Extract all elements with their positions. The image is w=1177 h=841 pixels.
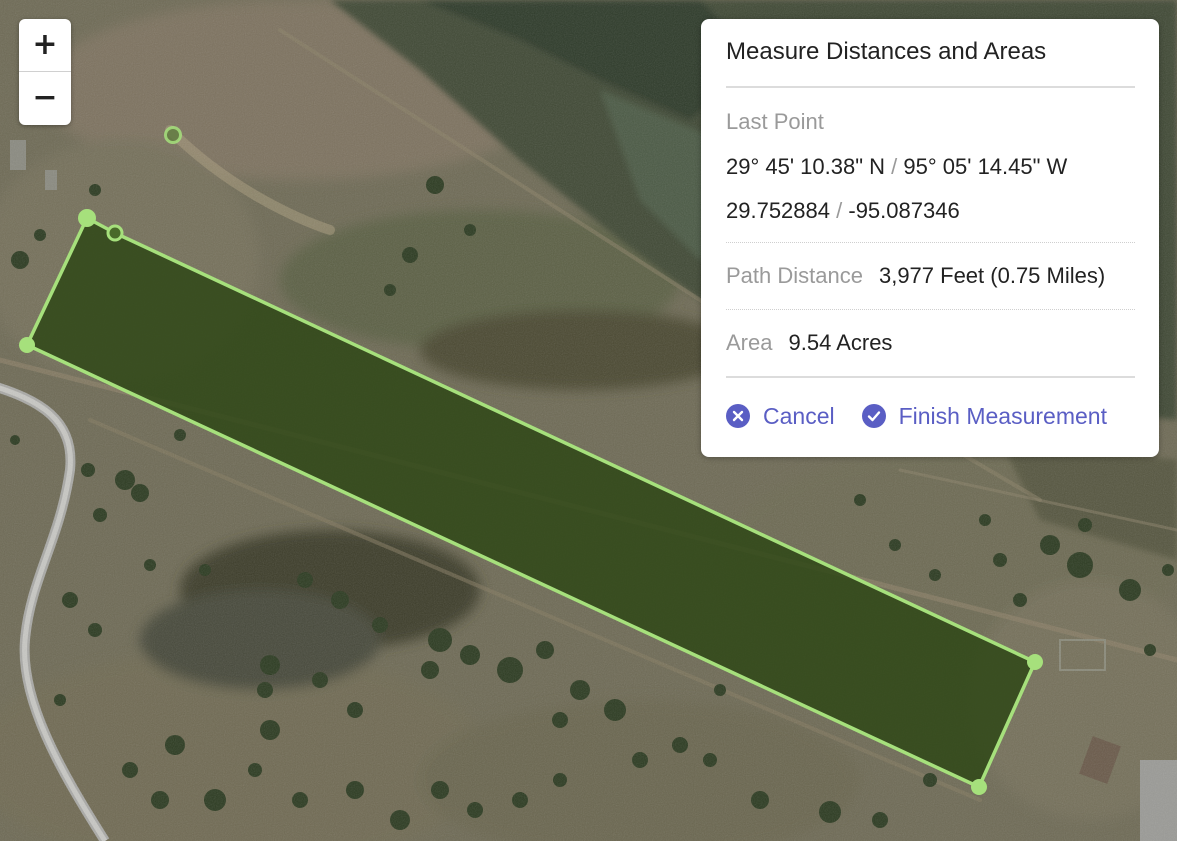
decimal-latitude: 29.752884 — [726, 198, 830, 223]
dms-latitude: 29° 45' 10.38" N — [726, 154, 886, 179]
area-value: 9.54 Acres — [788, 330, 893, 355]
panel-title: Measure Distances and Areas — [726, 19, 1135, 88]
x-circle-icon — [726, 404, 750, 428]
last-point-label: Last Point — [726, 109, 824, 134]
measure-vertex[interactable] — [78, 209, 96, 227]
measure-panel: Measure Distances and Areas Last Point 2… — [701, 19, 1159, 457]
zoom-in-button[interactable]: + — [19, 19, 71, 71]
coord-separator: / — [891, 154, 898, 179]
finish-label: Finish Measurement — [898, 402, 1107, 429]
area-label: Area — [726, 330, 773, 355]
finish-measurement-button[interactable]: Finish Measurement — [861, 402, 1107, 430]
coord-separator: / — [836, 198, 843, 223]
measure-vertex[interactable] — [19, 337, 35, 353]
check-circle-icon — [861, 404, 886, 428]
cancel-button[interactable]: Cancel — [726, 403, 835, 430]
zoom-out-button[interactable]: − — [19, 72, 71, 124]
measure-vertex[interactable] — [971, 779, 987, 795]
measure-vertex-last-point[interactable] — [106, 224, 124, 242]
area-row: Area 9.54 Acres — [726, 310, 1135, 378]
dms-longitude: 95° 05' 14.45" W — [903, 154, 1068, 179]
cancel-label: Cancel — [763, 402, 835, 429]
panel-actions: Cancel Finish Measurement — [726, 378, 1135, 454]
path-distance-value: 3,977 Feet (0.75 Miles) — [878, 263, 1106, 288]
dms-coordinates: 29° 45' 10.38" N / 95° 05' 14.45" W — [726, 156, 1135, 178]
decimal-coordinates: 29.752884 / -95.087346 — [726, 200, 1135, 242]
last-point-section: Last Point 29° 45' 10.38" N / 95° 05' 14… — [726, 88, 1135, 243]
measure-vertex[interactable] — [1027, 654, 1043, 670]
decimal-longitude: -95.087346 — [848, 198, 960, 223]
path-distance-label: Path Distance — [726, 263, 863, 288]
zoom-control: + − — [19, 19, 71, 125]
cursor-preview-point — [164, 126, 182, 144]
path-distance-row: Path Distance 3,977 Feet (0.75 Miles) — [726, 243, 1135, 310]
